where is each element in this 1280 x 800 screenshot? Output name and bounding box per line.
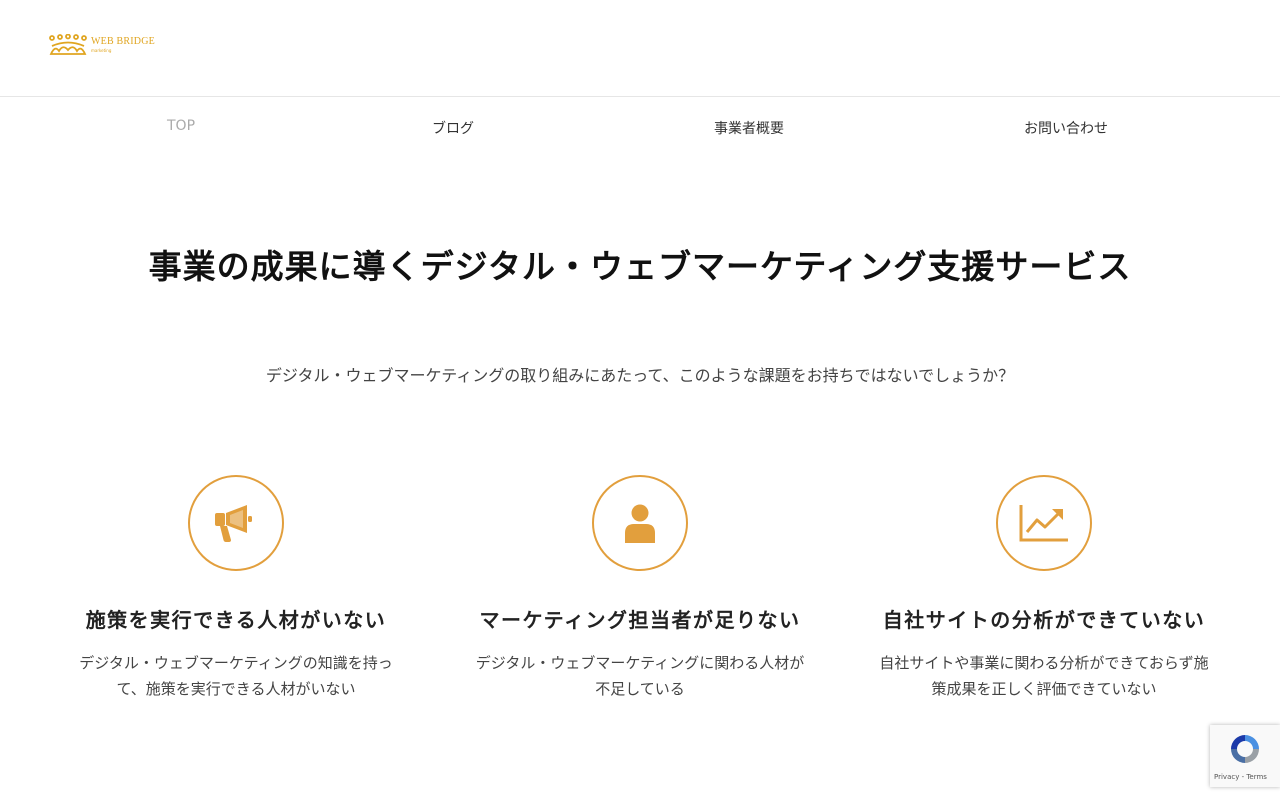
recaptcha-icon xyxy=(1231,735,1259,763)
hero-title: 事業の成果に導くデジタル・ウェブマーケティング支援サービス xyxy=(148,247,1132,286)
megaphone-icon xyxy=(215,505,252,542)
crown-icon xyxy=(49,34,87,55)
recaptcha-privacy-terms[interactable]: Privacy - Terms xyxy=(1214,773,1267,781)
feature-card-marketer: マーケティング担当者が足りない デジタル・ウェブマーケティングに関わる人材が不足… xyxy=(470,475,810,702)
person-icon xyxy=(625,504,655,543)
feature-icon-circle xyxy=(592,475,688,571)
main-nav: TOP ブログ 事業者概要 お問い合わせ xyxy=(0,97,1280,157)
feature-title: 施策を実行できる人材がいない xyxy=(85,608,387,632)
logo-tagline: marketing xyxy=(91,48,112,53)
chart-up-icon xyxy=(1019,505,1068,542)
feature-icon-circle xyxy=(188,475,284,571)
feature-description: 自社サイトや事業に関わる分析ができておらず施策成果を正しく評価できていない xyxy=(879,654,1209,698)
logo-name: WEB BRIDGE xyxy=(91,36,155,47)
recaptcha-badge[interactable]: Privacy - Terms xyxy=(1210,725,1280,787)
hero-subtitle: デジタル・ウェブマーケティングの取り組みにあたって、このような課題をお持ちではな… xyxy=(265,366,1015,385)
nav-item-top[interactable]: TOP xyxy=(167,118,195,134)
feature-description: デジタル・ウェブマーケティングの知識を持って、施策を実行できる人材がいない xyxy=(79,654,393,698)
feature-card-analysis: 自社サイトの分析ができていない 自社サイトや事業に関わる分析ができておらず施策成… xyxy=(874,475,1214,702)
feature-icon-circle xyxy=(996,475,1092,571)
nav-item-blog[interactable]: ブログ xyxy=(432,118,474,138)
site-logo[interactable]: WEB BRIDGE marketing xyxy=(49,34,155,58)
feature-title: マーケティング担当者が足りない xyxy=(479,608,801,632)
feature-card-staff: 施策を実行できる人材がいない デジタル・ウェブマーケティングの知識を持って、施策… xyxy=(66,475,406,702)
site-header: WEB BRIDGE marketing xyxy=(0,0,1280,97)
nav-item-contact[interactable]: お問い合わせ xyxy=(1024,118,1108,138)
feature-description: デジタル・ウェブマーケティングに関わる人材が不足している xyxy=(475,654,805,698)
nav-item-company[interactable]: 事業者概要 xyxy=(714,118,784,138)
feature-title: 自社サイトの分析ができていない xyxy=(882,608,1206,632)
